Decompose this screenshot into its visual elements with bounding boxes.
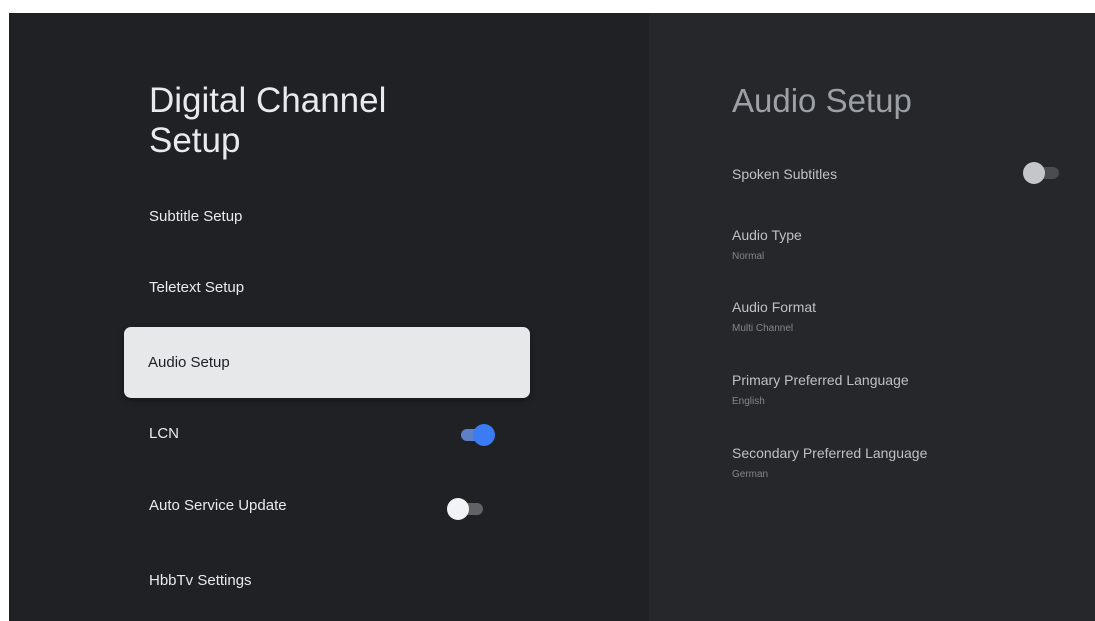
auto-service-update-toggle[interactable] bbox=[447, 497, 485, 521]
setting-label: Audio Format bbox=[732, 299, 817, 315]
setting-label: Secondary Preferred Language bbox=[732, 445, 928, 461]
toggle-thumb bbox=[1023, 162, 1045, 184]
menu-item-label: LCN bbox=[149, 424, 180, 442]
audio-type-setting[interactable]: Audio Type Normal bbox=[732, 226, 1072, 264]
setting-value: German bbox=[732, 469, 769, 480]
spoken-subtitles-toggle[interactable] bbox=[1023, 161, 1061, 185]
menu-item-subtitle-setup[interactable]: Subtitle Setup bbox=[149, 201, 529, 231]
setting-value: Normal bbox=[732, 251, 765, 262]
audio-format-setting[interactable]: Audio Format Multi Channel bbox=[732, 298, 1072, 336]
menu-item-label: HbbTv Settings bbox=[149, 571, 252, 589]
secondary-preferred-language-setting[interactable]: Secondary Preferred Language German bbox=[732, 444, 1072, 482]
setting-label: Spoken Subtitles bbox=[732, 166, 838, 182]
menu-item-teletext-setup[interactable]: Teletext Setup bbox=[149, 272, 529, 302]
lcn-toggle[interactable] bbox=[457, 423, 495, 447]
menu-item-audio-setup[interactable]: Audio Setup bbox=[124, 327, 530, 398]
toggle-thumb bbox=[447, 498, 469, 520]
preview-title: Audio Setup bbox=[732, 82, 912, 119]
toggle-thumb bbox=[473, 424, 495, 446]
page-title-line-1: Digital Channel bbox=[149, 81, 387, 120]
audio-setup-preview-panel: Audio Setup Spoken Subtitles Audio Type … bbox=[649, 13, 1095, 621]
menu-item-label: Auto Service Update bbox=[149, 496, 287, 514]
setting-label: Primary Preferred Language bbox=[732, 372, 909, 388]
page-title: Digital Channel Setup bbox=[149, 81, 529, 161]
primary-preferred-language-setting[interactable]: Primary Preferred Language English bbox=[732, 371, 1072, 409]
digital-channel-setup-panel: Digital Channel Setup Subtitle Setup Tel… bbox=[9, 13, 649, 621]
menu-item-hbbtv-settings[interactable]: HbbTv Settings bbox=[149, 565, 529, 595]
menu-item-label: Audio Setup bbox=[148, 354, 230, 371]
spoken-subtitles-setting[interactable]: Spoken Subtitles bbox=[732, 165, 1072, 183]
setting-label: Audio Type bbox=[732, 227, 802, 243]
menu-item-label: Teletext Setup bbox=[149, 278, 245, 296]
setting-value: Multi Channel bbox=[732, 323, 794, 334]
menu-item-label: Subtitle Setup bbox=[149, 207, 243, 225]
tv-screen: Digital Channel Setup Subtitle Setup Tel… bbox=[9, 13, 1095, 621]
setting-value: English bbox=[732, 396, 765, 407]
page-title-line-2: Setup bbox=[149, 121, 241, 160]
